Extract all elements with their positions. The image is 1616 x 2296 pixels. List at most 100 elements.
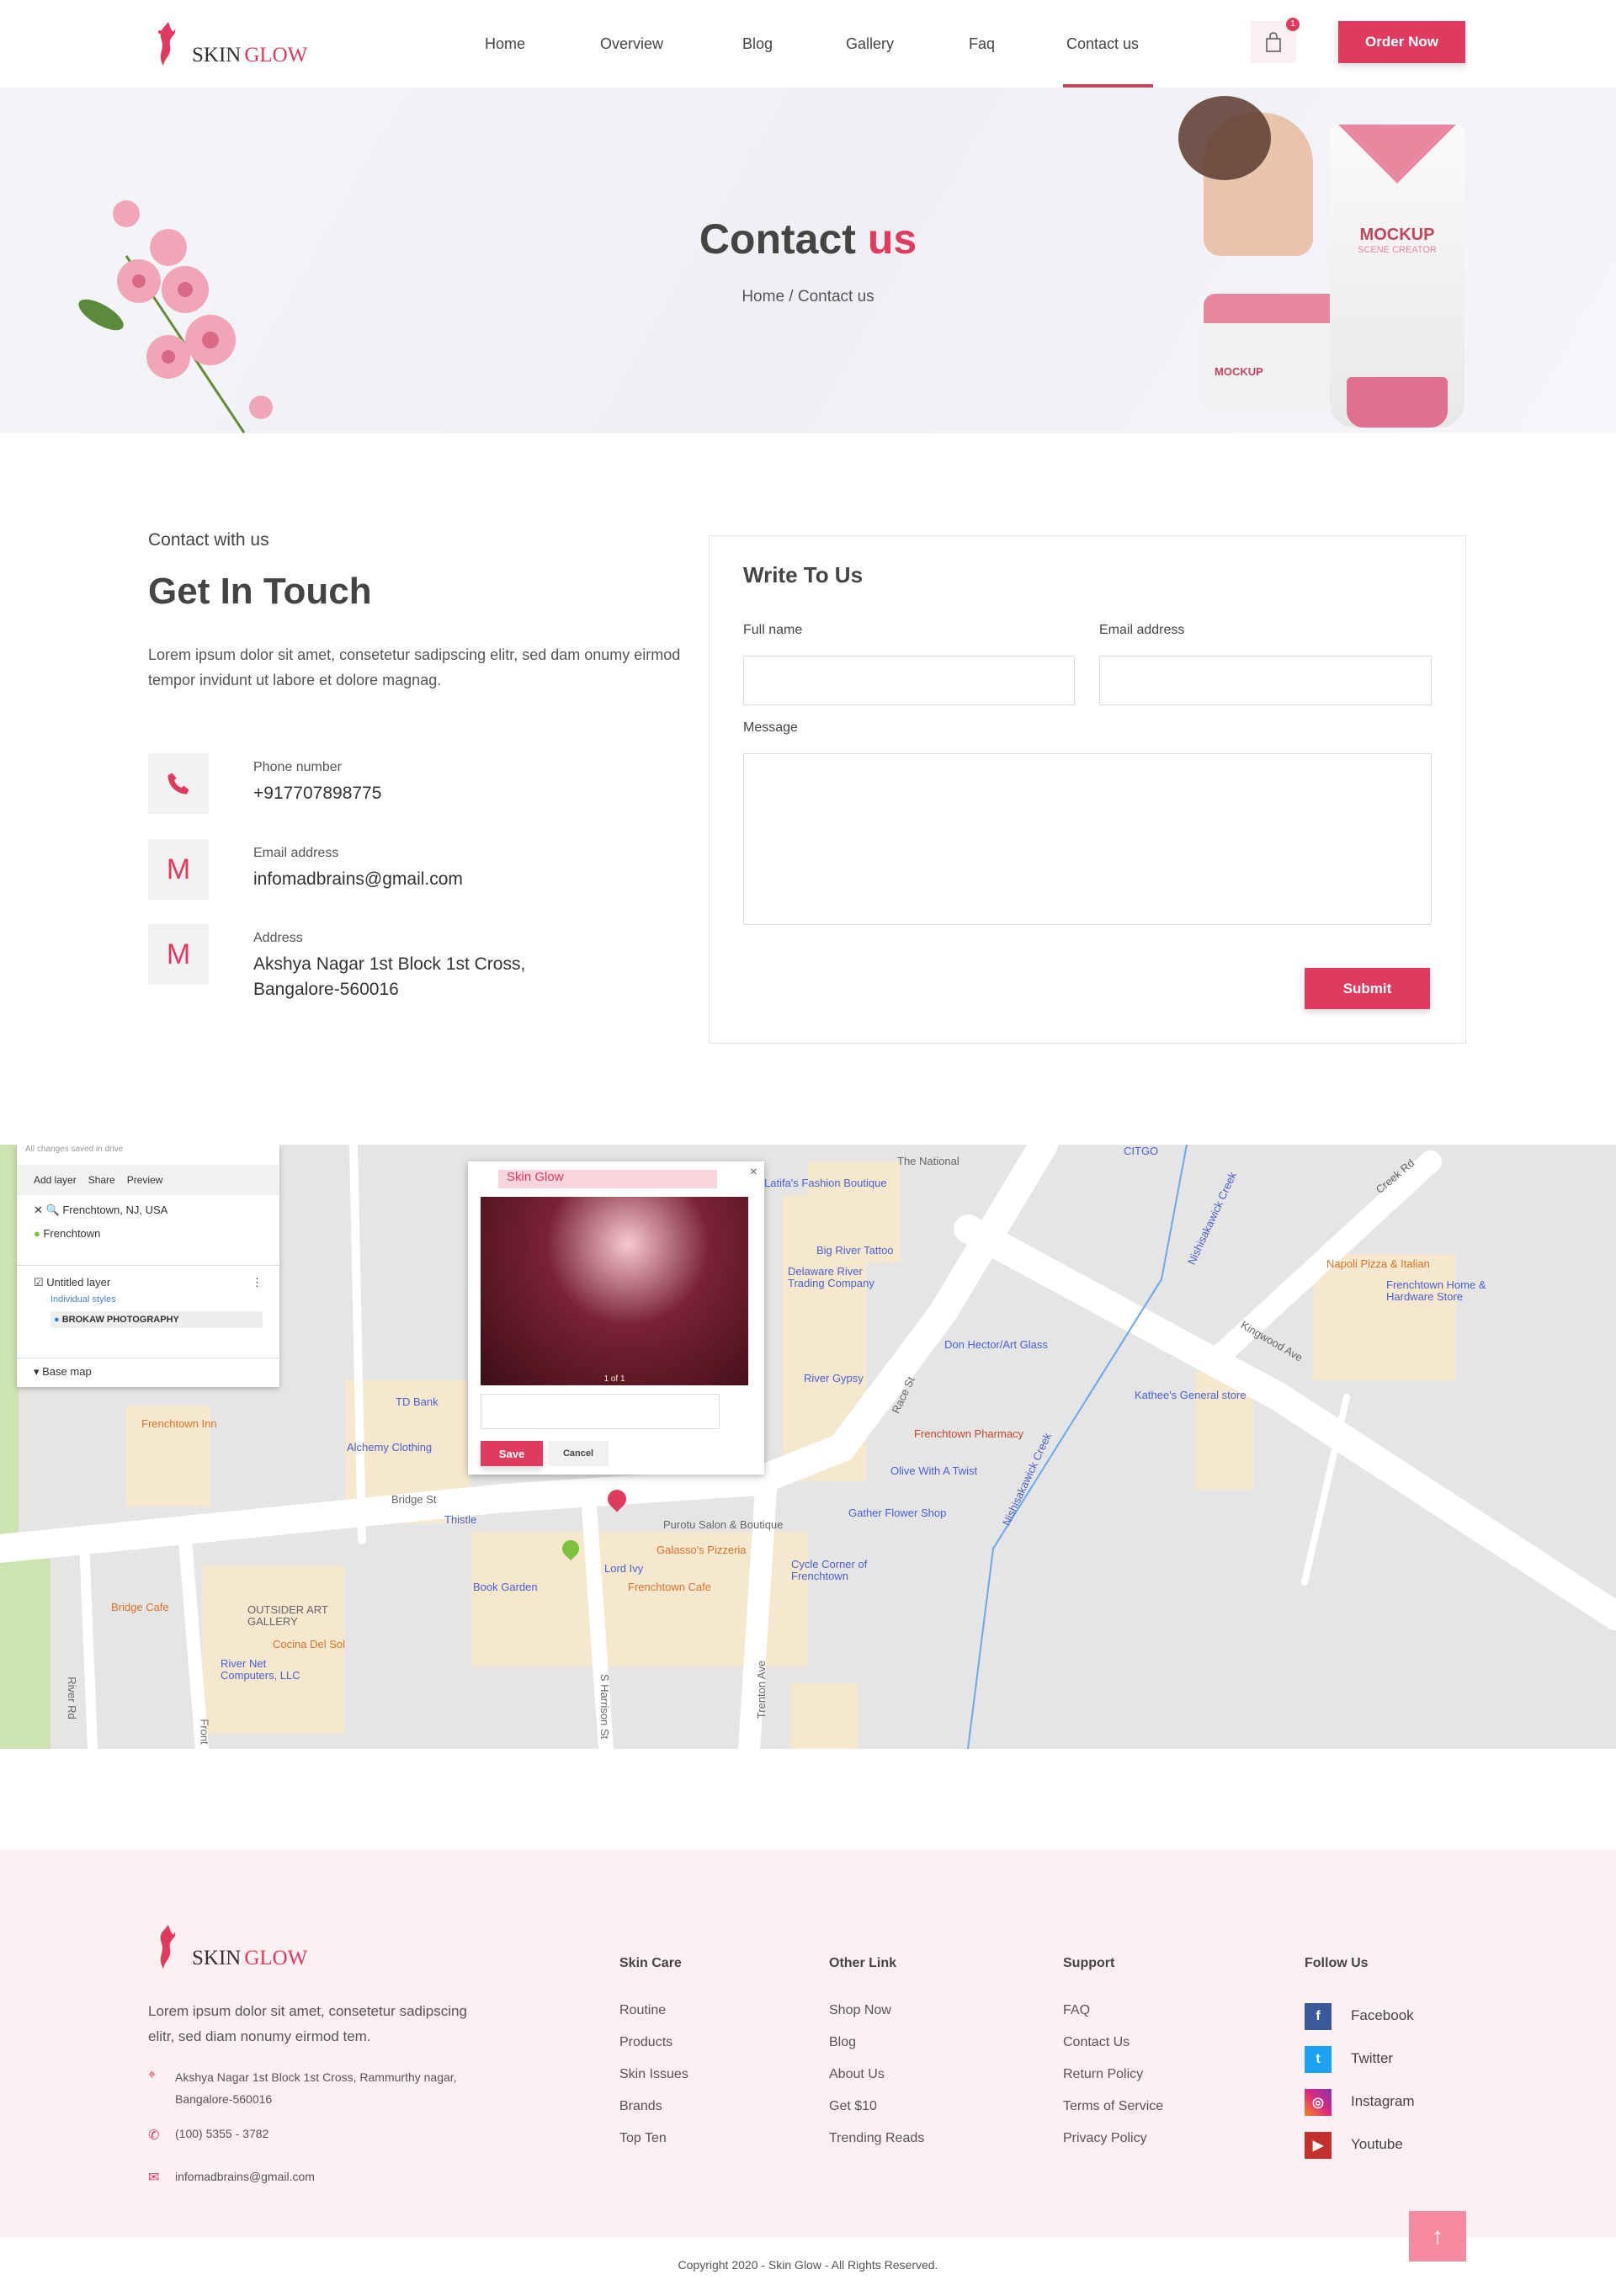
nav-faq[interactable]: Faq <box>969 35 995 53</box>
footer-link[interactable]: Blog <box>829 2035 856 2050</box>
close-icon[interactable]: × <box>750 1165 758 1180</box>
map[interactable]: All changes saved in drive Add layer Sha… <box>0 1145 1616 1749</box>
order-now-button[interactable]: Order Now <box>1338 21 1465 63</box>
nav-gallery[interactable]: Gallery <box>846 35 894 53</box>
footer-link[interactable]: Brands <box>619 2099 662 2114</box>
preview-button[interactable]: Preview <box>127 1174 163 1186</box>
green-pin-icon: ● <box>34 1227 40 1240</box>
map-label: Frenchtown Pharmacy <box>914 1427 1024 1440</box>
popup-title-input[interactable]: Skin Glow <box>498 1170 717 1188</box>
place-photo: 1 of 1 <box>481 1197 748 1385</box>
cart-button[interactable]: 1 <box>1251 18 1300 63</box>
add-layer-button[interactable]: Add layer <box>34 1174 77 1186</box>
footer-link[interactable]: Routine <box>619 2003 666 2018</box>
social-instagram-link[interactable]: Instagram <box>1351 2093 1415 2110</box>
contact-eyebrow: Contact with us <box>148 530 269 550</box>
map-label: River Net Computers, LLC <box>221 1657 300 1682</box>
email-value[interactable]: infomadbrains@gmail.com <box>253 867 463 892</box>
location-icon: ⌖ <box>148 2068 157 2082</box>
phone-icon <box>148 753 209 814</box>
form-title: Write To Us <box>743 562 864 587</box>
footer-link[interactable]: Return Policy <box>1063 2067 1143 2082</box>
facebook-icon[interactable]: f <box>1305 2003 1332 2030</box>
map-label: Galasso's Pizzeria <box>656 1544 747 1556</box>
instagram-icon[interactable]: ◎ <box>1305 2089 1332 2116</box>
footer-link[interactable]: Shop Now <box>829 2003 891 2018</box>
footer-about: Lorem ipsum dolor sit amet, consetetur s… <box>148 2003 467 2044</box>
footer-link[interactable]: Get $10 <box>829 2099 877 2114</box>
more-icon[interactable]: ⋮ <box>252 1276 263 1289</box>
back-to-top-button[interactable]: ↑ <box>1409 2211 1466 2261</box>
popup-description-input[interactable] <box>481 1394 720 1429</box>
map-label: S Harrison St <box>598 1673 612 1740</box>
search-text: Frenchtown, NJ, USA <box>62 1204 168 1216</box>
map-label: Latifa's Fashion Boutique <box>764 1177 887 1189</box>
blue-pin-icon: ● <box>54 1315 60 1325</box>
map-label: Book Garden <box>473 1581 538 1593</box>
title-accent: us <box>867 215 917 263</box>
brand-name-b: GLOW <box>244 44 308 66</box>
map-label: Bridge St <box>391 1493 437 1506</box>
individual-styles-link[interactable]: Individual styles <box>50 1294 263 1305</box>
nav-blog[interactable]: Blog <box>742 35 773 53</box>
social-twitter-link[interactable]: Twitter <box>1351 2050 1393 2067</box>
submit-button[interactable]: Submit <box>1305 968 1430 1009</box>
footer-link[interactable]: FAQ <box>1063 2003 1090 2018</box>
footer-col-title: Follow Us <box>1305 1956 1369 1970</box>
footer-link[interactable]: Top Ten <box>619 2131 667 2146</box>
footer-email[interactable]: infomadbrains@gmail.com <box>175 2170 315 2183</box>
contact-heading: Get In Touch <box>148 571 372 612</box>
youtube-icon[interactable]: ▶ <box>1305 2132 1332 2159</box>
social-facebook-link[interactable]: Facebook <box>1351 2007 1414 2024</box>
social-youtube-link[interactable]: Youtube <box>1351 2136 1403 2153</box>
phone-value[interactable]: +917707898775 <box>253 781 381 806</box>
footer-link[interactable]: Trending Reads <box>829 2131 924 2146</box>
layer-checkbox[interactable]: ☑ Untitled layer ⋮ <box>34 1276 263 1289</box>
map-label: Napoli Pizza & Italian <box>1326 1257 1430 1270</box>
title-part: Contact <box>699 215 856 263</box>
mail-icon: M <box>148 924 209 985</box>
popup-cancel-button[interactable]: Cancel <box>548 1441 609 1466</box>
email-field-label: Email address <box>1099 623 1185 637</box>
full-name-input[interactable] <box>743 656 1075 705</box>
map-label: Cycle Corner of Frenchtown <box>791 1558 868 1582</box>
nav-contact[interactable]: Contact us <box>1066 35 1139 53</box>
footer-link[interactable]: Contact Us <box>1063 2035 1130 2050</box>
map-label: Big River Tattoo <box>816 1244 894 1257</box>
layer-item[interactable]: ● BROKAW PHOTOGRAPHY <box>50 1311 263 1328</box>
map-label: Purotu Salon & Boutique <box>663 1518 784 1531</box>
share-button[interactable]: Share <box>88 1174 115 1186</box>
photo-counter: 1 of 1 <box>603 1374 625 1384</box>
map-label: TD Bank <box>396 1395 439 1408</box>
footer-link[interactable]: Terms of Service <box>1063 2099 1163 2114</box>
jar-label: MOCKUP <box>1215 365 1263 378</box>
breadcrumb[interactable]: Home / Contact us <box>0 288 1616 306</box>
map-info-popup: Skin Glow × 1 of 1 Save Cancel <box>468 1161 764 1475</box>
twitter-icon[interactable]: t <box>1305 2046 1332 2073</box>
footer-link[interactable]: Skin Issues <box>619 2067 688 2082</box>
popup-save-button[interactable]: Save <box>481 1441 543 1466</box>
footer-address: Akshya Nagar 1st Block 1st Cross, Rammur… <box>175 2070 457 2106</box>
footer-logo[interactable]: SKIN GLOW <box>150 1923 307 1970</box>
footer-phone[interactable]: (100) 5355 - 3782 <box>175 2127 268 2140</box>
layer-item-name: BROKAW PHOTOGRAPHY <box>61 1315 179 1325</box>
email-input[interactable] <box>1099 656 1432 705</box>
brand-logo[interactable]: SKIN GLOW <box>150 20 307 67</box>
nav-overview[interactable]: Overview <box>600 35 663 53</box>
footer-link[interactable]: Privacy Policy <box>1063 2131 1147 2146</box>
base-map-toggle[interactable]: ▾ Base map <box>17 1358 279 1385</box>
nav-home[interactable]: Home <box>485 35 525 53</box>
map-label: Alchemy Clothing <box>347 1441 433 1454</box>
footer-col-title: Skin Care <box>619 1956 682 1970</box>
footer-link[interactable]: Products <box>619 2035 672 2050</box>
map-label: Frenchtown Home & Hardware Store <box>1386 1278 1486 1303</box>
message-textarea[interactable] <box>743 753 1432 925</box>
brand-name-a: SKIN <box>192 1947 242 1969</box>
place-item[interactable]: ● Frenchtown <box>34 1227 263 1240</box>
phone-icon: ✆ <box>148 2129 160 2143</box>
map-search-result[interactable]: ✕ 🔍 Frenchtown, NJ, USA <box>34 1204 263 1217</box>
map-label: Thistle <box>444 1513 477 1526</box>
map-layers-panel: All changes saved in drive Add layer Sha… <box>17 1145 279 1387</box>
map-label: River Rd <box>65 1677 78 1719</box>
footer-link[interactable]: About Us <box>829 2067 885 2082</box>
